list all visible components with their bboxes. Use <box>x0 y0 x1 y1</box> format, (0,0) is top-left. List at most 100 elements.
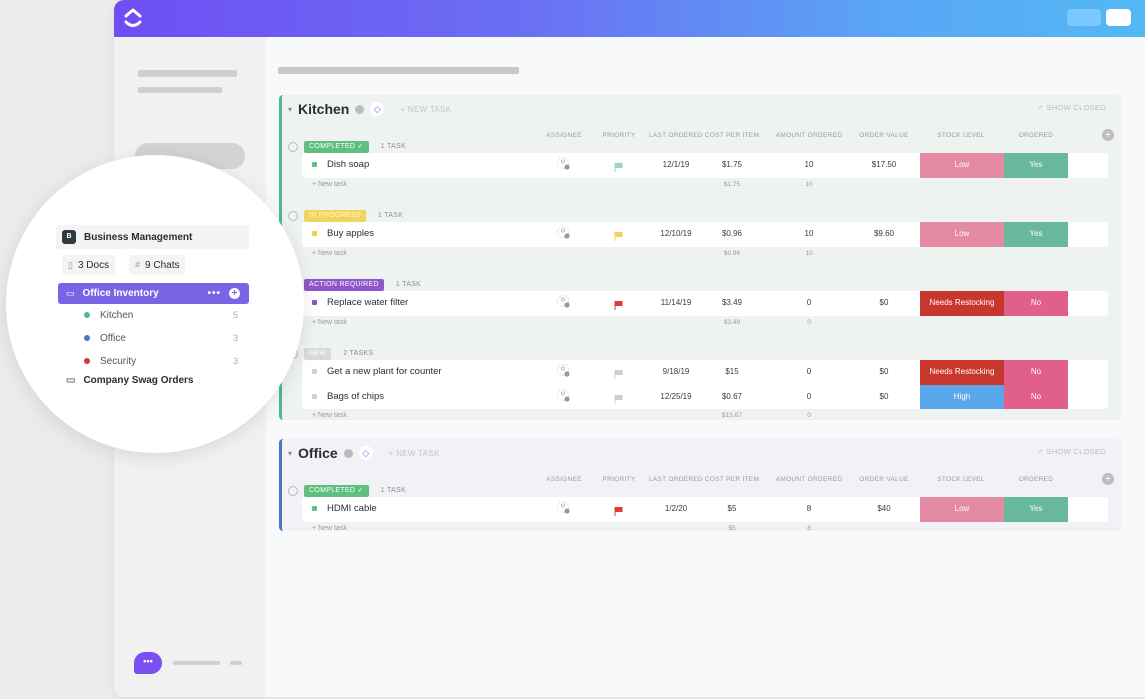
collapse-caret-icon[interactable]: ▾ <box>288 105 292 114</box>
list-settings-icon[interactable]: ◇ <box>358 446 373 460</box>
task-status-dot[interactable] <box>312 393 317 399</box>
cost-per-item-cell[interactable]: $3.49 <box>722 298 742 307</box>
status-badge[interactable]: ACTION REQUIRED <box>304 278 384 291</box>
task-row[interactable]: Replace water filter 11/14/19 $3.49 0 $0 Need… <box>302 291 1108 316</box>
stock-level-cell[interactable]: Needs Restocking <box>920 291 1004 316</box>
column-header[interactable]: LAST ORDERED <box>649 476 703 483</box>
task-name[interactable]: Bags of chips <box>327 391 384 402</box>
priority-flag-icon[interactable] <box>614 297 624 310</box>
new-task-button[interactable]: + NEW TASK <box>389 449 440 458</box>
ordered-cell[interactable]: No <box>1004 360 1068 385</box>
status-badge[interactable]: COMPLETED ✓ <box>304 140 369 153</box>
last-ordered-cell[interactable]: 11/14/19 <box>661 298 692 307</box>
add-column-icon[interactable]: + <box>1102 129 1114 141</box>
ordered-cell[interactable]: No <box>1004 384 1068 409</box>
chat-icon[interactable]: ••• <box>134 652 162 674</box>
info-icon[interactable] <box>355 104 365 114</box>
sidebar-list-kitchen[interactable]: Kitchen 5 <box>84 307 244 323</box>
cost-per-item-cell[interactable]: $5 <box>728 504 737 513</box>
add-column-icon[interactable]: + <box>1102 473 1114 485</box>
new-task-button[interactable]: + NEW TASK <box>400 105 451 114</box>
assignee-icon[interactable] <box>557 388 571 403</box>
stock-level-cell[interactable]: Low <box>920 222 1004 247</box>
add-icon[interactable]: + <box>229 288 240 299</box>
priority-flag-icon[interactable] <box>614 503 624 516</box>
cost-per-item-cell[interactable]: $0.96 <box>722 229 742 238</box>
ordered-cell[interactable]: Yes <box>1004 222 1068 247</box>
collapse-group-icon[interactable] <box>288 141 298 152</box>
stock-level-cell[interactable]: High <box>920 384 1004 409</box>
task-row[interactable]: Get a new plant for counter 9/18/19 $15 0 $0… <box>302 360 1108 385</box>
status-badge[interactable]: IN PROGRESS <box>304 209 366 222</box>
column-header[interactable]: ASSIGNEE <box>546 132 582 139</box>
amount-ordered-cell[interactable]: 10 <box>805 160 814 169</box>
column-header[interactable]: ORDERED <box>1019 132 1054 139</box>
top-bar-button[interactable] <box>1067 9 1101 26</box>
order-value-cell[interactable]: $17.50 <box>872 160 896 169</box>
stock-level-cell[interactable]: Low <box>920 497 1004 522</box>
task-name[interactable]: Replace water filter <box>327 297 408 308</box>
column-header[interactable]: PRIORITY <box>602 476 635 483</box>
amount-ordered-cell[interactable]: 0 <box>807 298 811 307</box>
cost-per-item-cell[interactable]: $0.67 <box>722 392 742 401</box>
show-closed-toggle[interactable]: ✓ SHOW CLOSED <box>1037 447 1106 456</box>
task-name[interactable]: Dish soap <box>327 159 369 170</box>
last-ordered-cell[interactable]: 12/1/19 <box>663 160 690 169</box>
order-value-cell[interactable]: $40 <box>877 504 890 513</box>
order-value-cell[interactable]: $9.60 <box>874 229 894 238</box>
cost-per-item-cell[interactable]: $15 <box>725 367 738 376</box>
column-header[interactable]: AMOUNT ORDERED <box>776 132 843 139</box>
last-ordered-cell[interactable]: 9/18/19 <box>663 367 690 376</box>
column-header[interactable]: STOCK LEVEL <box>937 132 985 139</box>
amount-ordered-cell[interactable]: 0 <box>807 367 811 376</box>
task-status-dot[interactable] <box>312 231 317 236</box>
column-header[interactable]: ORDER VALUE <box>859 476 908 483</box>
new-task-link[interactable]: + New task <box>312 319 347 326</box>
top-bar-button-primary[interactable] <box>1106 9 1131 26</box>
new-task-link[interactable]: + New task <box>312 412 347 419</box>
amount-ordered-cell[interactable]: 10 <box>805 229 814 238</box>
status-badge[interactable]: COMPLETED ✓ <box>304 484 369 497</box>
priority-flag-icon[interactable] <box>614 228 624 241</box>
task-row[interactable]: Dish soap 12/1/19 $1.75 10 $17.50 Low Yes <box>302 153 1108 178</box>
ordered-cell[interactable]: Yes <box>1004 153 1068 178</box>
assignee-icon[interactable] <box>557 226 571 240</box>
column-header[interactable]: COST PER ITEM <box>705 132 759 139</box>
more-options-icon[interactable]: ••• <box>207 288 221 299</box>
sidebar-list-security[interactable]: Security 3 <box>84 353 244 369</box>
chats-chip[interactable]: # 9 Chats <box>129 255 186 275</box>
ordered-cell[interactable]: No <box>1004 291 1068 316</box>
ordered-cell[interactable]: Yes <box>1004 497 1068 522</box>
amount-ordered-cell[interactable]: 8 <box>807 504 811 513</box>
order-value-cell[interactable]: $0 <box>880 367 889 376</box>
amount-ordered-cell[interactable]: 0 <box>807 392 811 401</box>
assignee-icon[interactable] <box>557 501 571 515</box>
last-ordered-cell[interactable]: 12/10/19 <box>660 229 691 238</box>
column-header[interactable]: AMOUNT ORDERED <box>776 476 843 483</box>
clickup-logo-icon[interactable] <box>122 6 144 30</box>
collapse-group-icon[interactable] <box>288 485 298 496</box>
order-value-cell[interactable]: $0 <box>880 392 889 401</box>
column-header[interactable]: ORDER VALUE <box>859 132 908 139</box>
workspace-item[interactable]: B Business Management <box>56 225 249 249</box>
order-value-cell[interactable]: $0 <box>880 298 889 307</box>
sidebar-list-office[interactable]: Office 3 <box>84 330 244 346</box>
new-task-link[interactable]: + New task <box>312 525 347 532</box>
column-header[interactable]: STOCK LEVEL <box>937 476 985 483</box>
last-ordered-cell[interactable]: 12/25/19 <box>660 392 691 401</box>
assignee-icon[interactable] <box>557 364 571 378</box>
task-status-dot[interactable] <box>312 300 317 305</box>
column-header[interactable]: ASSIGNEE <box>546 476 582 483</box>
show-closed-toggle[interactable]: ✓ SHOW CLOSED <box>1037 103 1106 112</box>
stock-level-cell[interactable]: Low <box>920 153 1004 178</box>
stock-level-cell[interactable]: Needs Restocking <box>920 360 1004 385</box>
column-header[interactable]: PRIORITY <box>602 132 635 139</box>
last-ordered-cell[interactable]: 1/2/20 <box>665 504 687 513</box>
list-settings-icon[interactable]: ◇ <box>370 102 385 116</box>
priority-flag-icon[interactable] <box>614 159 624 172</box>
sidebar-folder-company-swag-orders[interactable]: ▭ Company Swag Orders <box>66 375 193 386</box>
priority-flag-icon[interactable] <box>614 366 624 379</box>
task-status-dot[interactable] <box>312 369 317 374</box>
task-row[interactable]: Buy apples 12/10/19 $0.96 10 $9.60 Low Yes <box>302 222 1108 247</box>
new-task-link[interactable]: + New task <box>312 181 347 188</box>
